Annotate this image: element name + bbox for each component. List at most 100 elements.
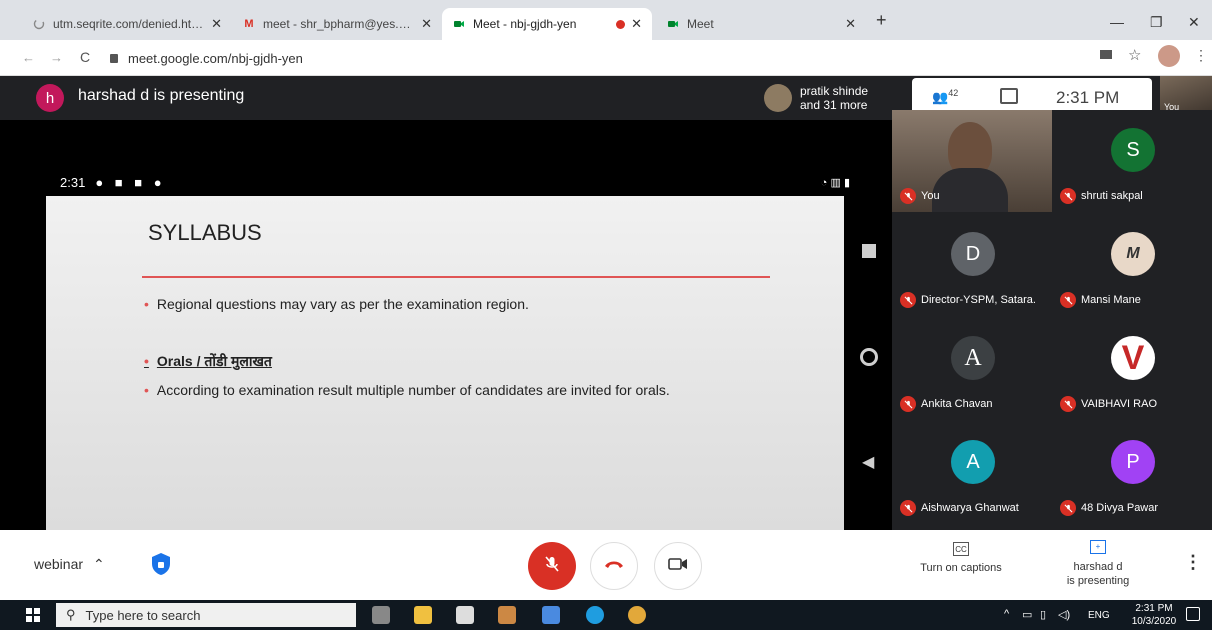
participant-name: Mansi Mane: [1060, 292, 1141, 308]
camera-icon[interactable]: [1100, 50, 1112, 59]
mic-off-icon: [1060, 188, 1076, 204]
more-options-icon[interactable]: ⋮: [1184, 552, 1202, 573]
others-more: and 31 more: [800, 98, 868, 112]
back-icon[interactable]: ←: [22, 50, 35, 65]
leave-call-button[interactable]: [590, 542, 638, 590]
participant-tile[interactable]: A Aishwarya Ghanwat: [892, 422, 1052, 524]
browser-tab-seqrite[interactable]: utm.seqrite.com/denied.html?url= ✕: [22, 8, 232, 40]
tab-title: Meet - nbj-gjdh-yen: [473, 17, 577, 31]
profile-avatar[interactable]: [1158, 45, 1180, 67]
browser-toolbar: ← → C meet.google.com/nbj-gjdh-yen ☆ ⋮: [0, 40, 1212, 76]
browser-tab-meet-active[interactable]: Meet - nbj-gjdh-yen ✕: [442, 8, 652, 40]
store-icon[interactable]: [456, 606, 474, 624]
self-video-suit: [932, 168, 1008, 212]
search-icon: ⚲: [66, 607, 76, 622]
hang-up-icon: [603, 557, 625, 575]
participant-tile[interactable]: M Mansi Mane: [1052, 214, 1212, 316]
taskbar-clock[interactable]: 2:31 PM 10/3/2020: [1126, 602, 1182, 628]
tab-title: utm.seqrite.com/denied.html?url=: [53, 17, 205, 31]
close-tab-icon[interactable]: ✕: [421, 16, 432, 32]
participant-name: VAIBHAVI RAO: [1060, 396, 1157, 412]
mic-off-icon: [1060, 396, 1076, 412]
address-bar[interactable]: meet.google.com/nbj-gjdh-yen: [110, 48, 1050, 68]
participant-tile[interactable]: A Ankita Chavan: [892, 318, 1052, 420]
avatar: V: [1111, 336, 1155, 380]
participant-tile-you[interactable]: You: [892, 110, 1052, 212]
close-tab-icon[interactable]: ✕: [845, 16, 856, 32]
people-button[interactable]: 👥42: [932, 88, 958, 105]
forward-icon[interactable]: →: [50, 50, 63, 65]
language-indicator[interactable]: ENG: [1088, 610, 1110, 621]
participant-name: Aishwarya Ghanwat: [900, 500, 1019, 516]
chat-icon[interactable]: [1000, 88, 1018, 104]
phone-status-bar: 2:31 ● ■ ■ ● ◔ ▥ ▮: [60, 174, 850, 190]
lock-icon: [110, 53, 118, 63]
camera-toggle-button[interactable]: [654, 542, 702, 590]
volume-icon[interactable]: ◁): [1058, 608, 1070, 621]
shield-icon[interactable]: [150, 552, 172, 576]
captions-button[interactable]: CC Turn on captions: [906, 542, 1016, 574]
new-tab-button[interactable]: +: [876, 10, 887, 31]
slide-divider: [142, 276, 770, 278]
close-tab-icon[interactable]: ✕: [631, 16, 642, 32]
presenting-status-button[interactable]: + harshad d is presenting: [1058, 540, 1138, 588]
taskbar-search-input[interactable]: ⚲ Type here to search: [56, 603, 356, 627]
people-icon: 👥: [932, 89, 949, 105]
participant-tile[interactable]: V VAIBHAVI RAO: [1052, 318, 1212, 420]
windows-start-icon[interactable]: [26, 608, 40, 622]
app-icon[interactable]: [498, 606, 516, 624]
notification-icon[interactable]: [1186, 607, 1200, 621]
participant-tile[interactable]: D Director-YSPM, Satara.: [892, 214, 1052, 316]
edge-icon[interactable]: [586, 606, 604, 624]
participant-name: 48 Divya Pawar: [1060, 500, 1158, 516]
star-icon[interactable]: ☆: [1128, 46, 1141, 64]
avatar: A: [951, 440, 995, 484]
close-window-icon[interactable]: ✕: [1188, 14, 1200, 31]
participant-name: Director-YSPM, Satara.: [900, 292, 1036, 308]
restore-icon[interactable]: ❐: [1150, 14, 1163, 31]
reload-icon[interactable]: C: [80, 49, 90, 65]
participant-count: 42: [948, 88, 959, 98]
mic-off-icon: [900, 188, 916, 204]
task-view-icon[interactable]: [372, 606, 390, 624]
file-explorer-icon[interactable]: [414, 606, 432, 624]
other-participants-chip[interactable]: pratik shinde and 31 more: [764, 80, 892, 116]
tray-expand-icon[interactable]: ^: [1004, 608, 1009, 620]
mic-off-icon: [900, 396, 916, 412]
tab-title: Meet: [687, 17, 714, 31]
mic-off-icon: [900, 292, 916, 308]
avatar: P: [1111, 440, 1155, 484]
participant-name: Ankita Chavan: [900, 396, 993, 412]
system-tray: ^ ▭ ▯ ◁) ENG 2:31 PM 10/3/2020: [1000, 600, 1212, 630]
tab-title: meet - shr_bpharm@yes.edu.in: [263, 17, 416, 31]
mic-toggle-button[interactable]: [528, 542, 576, 590]
chevron-up-icon: ⌃: [93, 556, 105, 572]
slide-title: SYLLABUS: [148, 220, 262, 245]
browser-tab-meet[interactable]: Meet ✕: [656, 8, 866, 40]
others-name: pratik shinde: [800, 84, 869, 98]
browser-tab-strip: utm.seqrite.com/denied.html?url= ✕ M mee…: [0, 0, 1212, 40]
avatar: [764, 84, 792, 112]
meeting-details-button[interactable]: webinar ⌃: [34, 556, 105, 573]
mic-off-icon: [1060, 500, 1076, 516]
avatar: S: [1111, 128, 1155, 172]
avatar: D: [951, 232, 995, 276]
browser-tab-gmail[interactable]: M meet - shr_bpharm@yes.edu.in ✕: [232, 8, 442, 40]
meet-icon: [666, 17, 680, 31]
battery-icon[interactable]: ▯: [1040, 608, 1046, 621]
network-icon[interactable]: ▭: [1022, 608, 1032, 621]
menu-kebab-icon[interactable]: ⋮: [1194, 47, 1208, 64]
avatar: M: [1111, 232, 1155, 276]
chrome-icon[interactable]: [628, 606, 646, 624]
participant-tile[interactable]: S shruti sakpal: [1052, 110, 1212, 212]
minimize-icon[interactable]: —: [1110, 14, 1124, 30]
presenter-title: harshad d is presenting: [78, 87, 245, 104]
participant-tile[interactable]: P 48 Divya Pawar: [1052, 422, 1212, 524]
participant-grid: You S shruti sakpal D Director-YSPM, Sat…: [892, 110, 1212, 530]
phone-battery-icon: ◔ ▥ ▮: [820, 176, 850, 189]
phone-recents-icon: [862, 244, 876, 258]
mail-icon[interactable]: [542, 606, 560, 624]
presenter-avatar: h: [36, 84, 64, 112]
meet-icon: [452, 17, 466, 31]
close-tab-icon[interactable]: ✕: [211, 16, 222, 32]
